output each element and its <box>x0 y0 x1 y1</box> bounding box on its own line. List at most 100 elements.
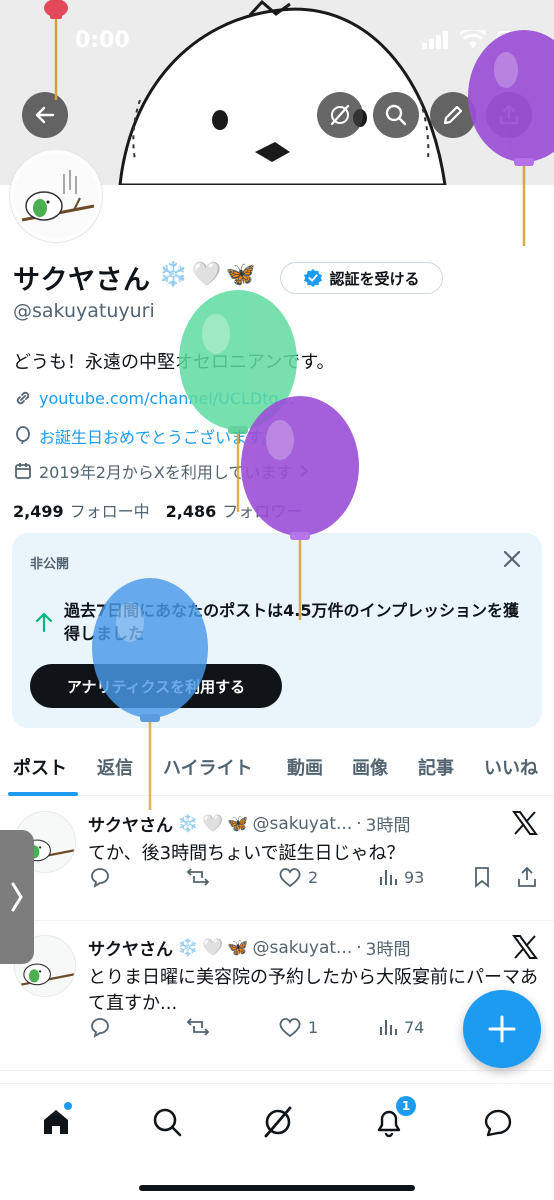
profile-tabs: ポスト 返信 ハイライト 動画 画像 記事 いいね <box>0 740 554 796</box>
profile-link[interactable]: youtube.com/channel/UCLDtq... <box>39 389 294 408</box>
profile-bio: どうも！永遠の中堅オセロニアンです。 <box>13 352 335 373</box>
like-button[interactable]: 2 <box>278 866 318 888</box>
private-insights-card: 非公開 過去7日間にあなたのポストは4.5万件のインプレッションを獲得しました … <box>12 533 542 728</box>
butterfly-emoji: 🦋 <box>227 937 249 958</box>
snowflake-emoji: ❄️ <box>158 260 188 288</box>
status-icons <box>422 30 532 50</box>
birthday-note[interactable]: お誕生日おめでとうございます。 <box>39 424 277 448</box>
edit-icon <box>443 105 463 125</box>
tab-articles[interactable]: 記事 <box>418 754 454 780</box>
notifications-badge: 1 <box>396 1096 416 1116</box>
back-button[interactable] <box>22 92 68 138</box>
views-icon <box>380 1020 397 1035</box>
followers-label: フォロワー <box>222 502 303 521</box>
following-stat[interactable]: 2,499 フォロー中 <box>13 498 150 522</box>
tab-replies[interactable]: 返信 <box>97 754 133 780</box>
tweet-author-name: サクヤさん <box>88 816 173 836</box>
name-emojis: ❄️ 🤍 🦋 <box>158 260 256 288</box>
close-button[interactable] <box>500 547 524 571</box>
wifi-icon <box>460 30 486 48</box>
profile-handle: @sakuyatuyuri <box>13 300 155 322</box>
nav-grok[interactable] <box>258 1102 298 1142</box>
tab-images[interactable]: 画像 <box>352 754 388 780</box>
verify-button[interactable]: 認証を受ける <box>280 262 443 294</box>
home-unread-dot <box>64 1102 72 1110</box>
view-count: 74 <box>404 1017 425 1037</box>
heart-emoji: 🤍 <box>202 937 224 958</box>
tweet-text: てか、後3時間ちょいで誕生日じゃね？ <box>88 843 405 864</box>
share-icon <box>499 104 519 125</box>
views-button[interactable]: 74 <box>378 1017 424 1037</box>
butterfly-emoji: 🦋 <box>225 260 256 288</box>
search-icon <box>385 104 407 126</box>
tab-videos[interactable]: 動画 <box>287 754 323 780</box>
grok-icon <box>264 1106 292 1138</box>
active-tab-indicator <box>8 792 78 796</box>
like-count: 2 <box>308 867 319 887</box>
tab-likes[interactable]: いいね <box>484 754 538 780</box>
repost-icon <box>186 868 210 886</box>
verify-label: 認証を受ける <box>329 269 420 288</box>
search-button[interactable] <box>373 92 419 138</box>
message-icon <box>484 1109 512 1137</box>
signal-icon <box>422 31 448 49</box>
private-message: 過去7日間にあなたのポストは4.5万件のインプレッションを獲得しました <box>64 601 519 643</box>
side-panel-handle[interactable] <box>0 830 34 964</box>
follow-stats: 2,499 フォロー中 2,486 フォロワー <box>13 498 302 522</box>
display-name: サクヤさん <box>13 265 151 296</box>
views-button[interactable]: 93 <box>378 867 424 887</box>
compose-button[interactable] <box>463 990 541 1068</box>
status-time: 0:00 <box>75 28 130 53</box>
heart-emoji: 🤍 <box>191 260 222 288</box>
tweet-item[interactable]: サクヤさん ❄️ 🤍 🦋 @sakuyat... · 3時間 てか、後3時間ちょ… <box>0 797 554 921</box>
like-button[interactable]: 1 <box>278 1016 318 1038</box>
profile-avatar[interactable] <box>10 150 102 242</box>
snowflake-emoji: ❄️ <box>177 937 199 958</box>
tweet-time: 3時間 <box>365 816 411 836</box>
tweet-share-button[interactable] <box>516 866 538 888</box>
x-logo-icon <box>512 935 538 959</box>
arrow-up-icon <box>35 612 53 633</box>
chevron-right-icon <box>300 465 309 477</box>
share-icon <box>518 866 536 887</box>
edit-button[interactable] <box>430 92 476 138</box>
view-count: 93 <box>404 867 425 887</box>
nav-messages[interactable] <box>478 1102 518 1142</box>
grok-button[interactable] <box>317 92 363 138</box>
close-icon <box>503 550 521 568</box>
snowflake-emoji: ❄️ <box>177 813 199 834</box>
heart-icon <box>279 1018 301 1038</box>
bookmark-icon <box>475 867 489 888</box>
home-icon <box>44 1110 68 1134</box>
x-logo-icon <box>512 811 538 835</box>
x-logo <box>512 935 538 963</box>
butterfly-emoji: 🦋 <box>227 813 249 834</box>
heart-emoji: 🤍 <box>202 813 224 834</box>
analytics-button[interactable]: アナリティクスを利用する <box>30 664 282 708</box>
repost-button[interactable] <box>186 1016 210 1038</box>
joined-row: 2019年2月からXを利用しています <box>13 459 310 483</box>
repost-button[interactable] <box>186 866 210 888</box>
avatar-bird-illustration <box>14 154 98 238</box>
reply-button[interactable] <box>88 866 112 888</box>
bookmark-button[interactable] <box>472 866 492 888</box>
like-count: 1 <box>308 1017 319 1037</box>
bottom-nav: 1 <box>0 1083 554 1200</box>
back-icon <box>35 106 55 124</box>
tab-posts[interactable]: ポスト <box>13 754 67 780</box>
share-button[interactable] <box>486 92 532 138</box>
tab-highlights[interactable]: ハイライト <box>163 754 253 780</box>
tweet-author-handle: @sakuyat... <box>252 937 353 958</box>
followers-stat[interactable]: 2,486 フォロワー <box>166 498 303 522</box>
birthday-row: お誕生日おめでとうございます。 <box>13 424 277 448</box>
nav-search[interactable] <box>147 1102 187 1142</box>
balloon-icon <box>16 426 30 445</box>
joined-date: 2019年2月からXを利用しています <box>39 463 293 482</box>
profile-link-row[interactable]: youtube.com/channel/UCLDtq... <box>13 388 294 408</box>
private-label: 非公開 <box>30 557 70 572</box>
reply-button[interactable] <box>88 1016 112 1038</box>
tweet-header: サクヤさん ❄️ 🤍 🦋 @sakuyat... · 3時間 <box>88 811 411 837</box>
views-icon <box>380 870 397 885</box>
calendar-icon <box>15 463 31 479</box>
following-label: フォロー中 <box>69 502 150 521</box>
